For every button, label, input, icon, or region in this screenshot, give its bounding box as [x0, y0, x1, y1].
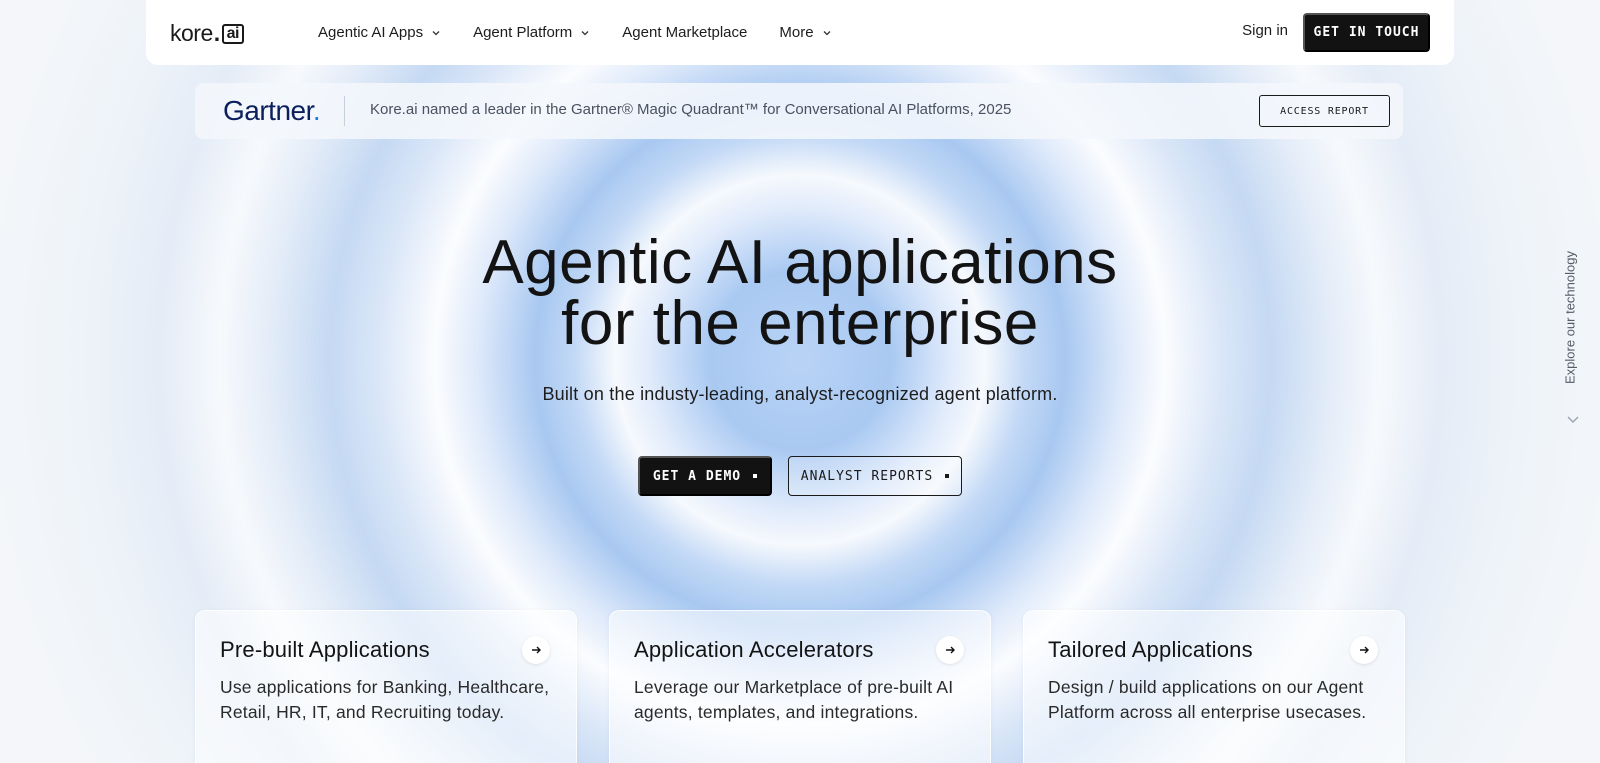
card-pre-built-applications[interactable]: Pre-built Applications Use applications … — [195, 610, 577, 763]
card-description: Use applications for Banking, Healthcare… — [220, 677, 550, 722]
gartner-logo: Gartner. — [223, 95, 321, 126]
card-description: Leverage our Marketplace of pre-built AI… — [634, 677, 954, 722]
explore-technology-link[interactable]: Explore our technology — [1560, 250, 1578, 390]
nav-label: Agent Marketplace — [622, 24, 748, 41]
card-title: Tailored Applications — [1048, 637, 1253, 662]
nav-agentic-ai-apps[interactable]: Agentic AI Apps — [318, 24, 441, 41]
main-nav: Agentic AI Apps Agent Platform Agent Mar… — [318, 0, 864, 65]
banner-divider — [344, 96, 345, 126]
hero-buttons: GET A DEMO ANALYST REPORTS — [0, 456, 1600, 496]
hero-title-line2: for the enterprise — [561, 289, 1039, 358]
banner-text: Kore.ai named a leader in the Gartner® M… — [370, 101, 1012, 118]
logo-ai-box: ai — [221, 23, 244, 44]
nav-label: More — [779, 24, 814, 41]
card-application-accelerators[interactable]: Application Accelerators Leverage our Ma… — [609, 610, 991, 763]
nav-label: Agentic AI Apps — [318, 24, 424, 41]
chevron-down-icon — [581, 30, 589, 35]
get-in-touch-button[interactable]: GET IN TOUCH — [1303, 13, 1430, 52]
card-description: Design / build applications on our Agent… — [1048, 677, 1367, 722]
kore-logo[interactable]: kore. ai — [170, 20, 244, 47]
nav-label: Agent Platform — [473, 24, 573, 41]
nav-more[interactable]: More — [779, 24, 831, 41]
arrow-right-icon[interactable] — [936, 636, 964, 664]
explore-technology-label: Explore our technology — [1562, 251, 1578, 384]
arrow-right-icon[interactable] — [522, 636, 550, 664]
chevron-down-icon[interactable] — [1566, 415, 1580, 425]
button-label: GET A DEMO — [652, 468, 742, 484]
square-bullet-icon — [753, 474, 758, 478]
hero-title-line1: Agentic AI applications — [482, 228, 1118, 297]
gartner-banner: Gartner. Kore.ai named a leader in the G… — [195, 83, 1403, 139]
get-a-demo-button[interactable]: GET A DEMO — [638, 456, 772, 496]
chevron-down-icon — [823, 30, 831, 35]
button-label: ANALYST REPORTS — [800, 468, 934, 484]
arrow-right-icon[interactable] — [1350, 636, 1378, 664]
sign-in-link[interactable]: Sign in — [1242, 22, 1288, 39]
chevron-down-icon — [432, 30, 440, 35]
square-bullet-icon — [945, 474, 950, 478]
card-title: Application Accelerators — [634, 637, 874, 662]
nav-agent-marketplace[interactable]: Agent Marketplace — [622, 24, 747, 41]
top-navbar: kore. ai Agentic AI Apps Agent Platform A… — [146, 0, 1454, 65]
feature-cards: Pre-built Applications Use applications … — [195, 610, 1405, 763]
access-report-button[interactable]: ACCESS REPORT — [1259, 95, 1390, 127]
analyst-reports-button[interactable]: ANALYST REPORTS — [788, 456, 962, 496]
card-tailored-applications[interactable]: Tailored Applications Design / build app… — [1023, 610, 1405, 763]
hero-subtitle: Built on the industy-leading, analyst-re… — [542, 384, 1058, 404]
logo-text: kore — [170, 20, 213, 46]
hero-section: Agentic AI applications for the enterpri… — [0, 232, 1600, 405]
nav-agent-platform[interactable]: Agent Platform — [473, 24, 590, 41]
hero-title: Agentic AI applications for the enterpri… — [0, 232, 1600, 355]
card-title: Pre-built Applications — [220, 637, 430, 662]
